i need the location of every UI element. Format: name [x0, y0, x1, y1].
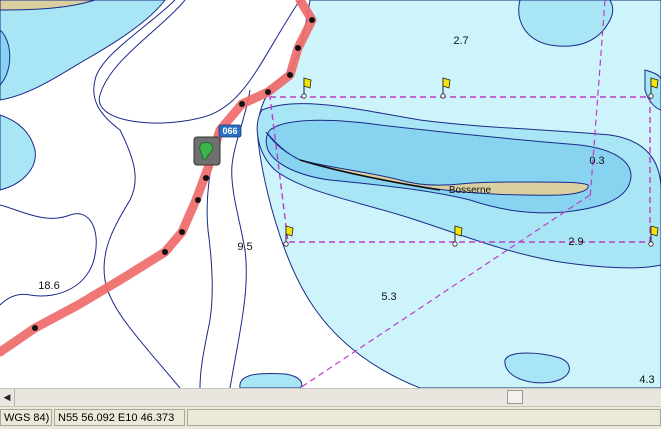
waypoint-label-066: 066	[218, 124, 242, 138]
scrollbar-thumb[interactable]	[507, 390, 523, 404]
horizontal-scrollbar[interactable]: ◀	[0, 388, 661, 406]
depth-sounding: 0.3	[589, 155, 604, 167]
scroll-left-arrow-icon[interactable]: ◀	[0, 389, 15, 406]
shallow-area-south-west	[239, 372, 303, 388]
depth-sounding: 4.3	[639, 374, 654, 386]
depth-sounding: 18.6	[38, 280, 59, 292]
route-point-icon	[195, 197, 201, 203]
route-point-icon	[32, 325, 38, 331]
status-bar: WGS 84) N55 56.092 E10 46.373	[0, 406, 661, 429]
route-point-icon	[162, 249, 168, 255]
route-point-icon	[295, 45, 301, 51]
place-name-label: Bosserne	[449, 185, 492, 196]
status-extra-field	[187, 409, 661, 426]
vessel-icon	[193, 136, 221, 166]
depth-sounding: 9.5	[237, 241, 252, 253]
route-point-icon	[179, 229, 185, 235]
nautical-chart[interactable]: 066 2.7 0.3 2.9 9.5 18.6 5.3 4.3 Bossern…	[0, 0, 661, 388]
depth-sounding: 2.7	[453, 35, 468, 47]
datum-field: WGS 84)	[0, 409, 52, 426]
cursor-position-field: N55 56.092 E10 46.373	[54, 409, 185, 426]
route-point-icon	[203, 175, 209, 181]
route-point-icon	[239, 101, 245, 107]
depth-sounding: 2.9	[568, 236, 583, 248]
route-point-icon	[309, 17, 315, 23]
route-point-icon	[287, 72, 293, 78]
chart-map[interactable]: 066 2.7 0.3 2.9 9.5 18.6 5.3 4.3 Bossern…	[0, 0, 661, 388]
waypoint-label: 066	[222, 126, 237, 136]
route-point-icon	[265, 89, 271, 95]
depth-sounding: 5.3	[381, 291, 396, 303]
